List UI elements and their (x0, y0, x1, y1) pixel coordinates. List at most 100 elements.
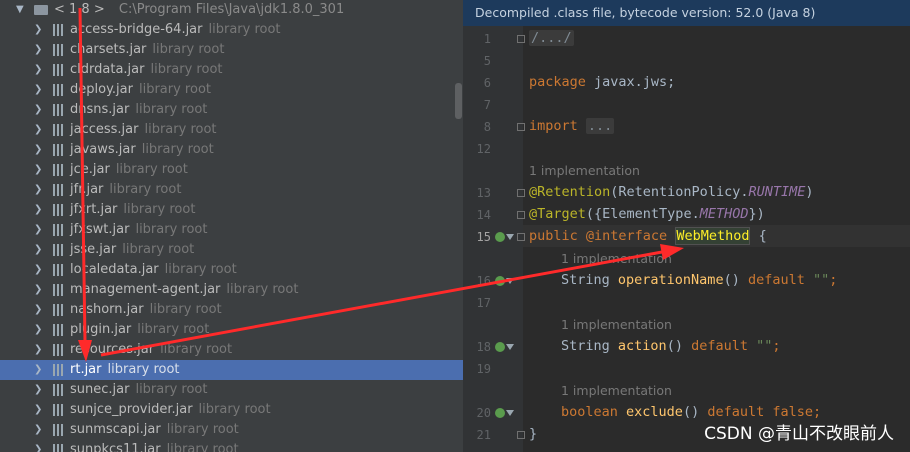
code-line-13[interactable]: @Retention(RetentionPolicy.RUNTIME) (529, 184, 814, 200)
fold-marker-icon[interactable] (517, 233, 525, 241)
tree-item-jar[interactable]: ❯ cldrdata.jar library root (0, 60, 463, 80)
tree-item-jar[interactable]: ❯ nashorn.jar library root (0, 300, 463, 320)
tree-item-jar[interactable]: ❯ sunmscapi.jar library root (0, 420, 463, 440)
jar-name: sunpkcs11.jar (70, 442, 161, 452)
chevron-right-icon[interactable]: ❯ (34, 360, 44, 380)
chevron-right-icon[interactable]: ❯ (34, 420, 44, 440)
chevron-right-icon[interactable]: ❯ (34, 300, 44, 320)
code-line-6[interactable]: package javax.jws; (529, 74, 675, 90)
tree-item-jar[interactable]: ❯ jfr.jar library root (0, 180, 463, 200)
fold-marker-icon[interactable] (517, 35, 525, 43)
chevron-right-icon[interactable]: ❯ (34, 180, 44, 200)
tree-item-jar[interactable]: ❯ jfxswt.jar library root (0, 220, 463, 240)
tree-item-jar[interactable]: ❯ jfxrt.jar library root (0, 200, 463, 220)
library-root-tag: library root (226, 282, 299, 297)
code-line-8[interactable]: import ... (529, 118, 615, 134)
tree-item-jar[interactable]: ❯ jaccess.jar library root (0, 120, 463, 140)
watermark: CSDN @青山不改眼前人 (704, 424, 894, 444)
webmethod-identifier[interactable]: WebMethod (675, 227, 751, 245)
tree-item-jar[interactable]: ❯ deploy.jar library root (0, 80, 463, 100)
library-root-tag: library root (115, 162, 188, 177)
jar-name: sunec.jar (70, 382, 130, 397)
chevron-right-icon[interactable]: ❯ (34, 400, 44, 420)
fold-marker-icon[interactable] (517, 123, 525, 131)
code-line-20[interactable]: boolean exclude() default false; (561, 404, 821, 420)
chevron-right-icon[interactable]: ❯ (34, 340, 44, 360)
line-number: 18 (476, 340, 491, 354)
chevron-right-icon[interactable]: ❯ (34, 40, 44, 60)
chevron-right-icon[interactable]: ❯ (34, 380, 44, 400)
chevron-right-icon[interactable]: ❯ (34, 260, 44, 280)
chevron-right-icon[interactable]: ❯ (34, 20, 44, 40)
tree-item-jar[interactable]: ❯ plugin.jar library root (0, 320, 463, 340)
implemented-icon[interactable] (495, 276, 505, 286)
usage-hint[interactable]: 1 implementation (561, 251, 672, 266)
chevron-right-icon[interactable]: ❯ (34, 100, 44, 120)
code-line-21[interactable]: } (529, 426, 537, 442)
chevron-right-icon[interactable]: ❯ (34, 280, 44, 300)
line-number: 14 (476, 208, 491, 222)
code-line-14[interactable]: @Target({ElementType.METHOD}) (529, 206, 765, 222)
code-line-1[interactable]: /.../ (529, 30, 574, 46)
line-number: 16 (476, 274, 491, 288)
tree-item-jar[interactable]: ❯ sunjce_provider.jar library root (0, 400, 463, 420)
library-root-tag: library root (160, 342, 233, 357)
line-number: 20 (476, 406, 491, 420)
code-line-16[interactable]: String operationName() default ""; (561, 272, 837, 288)
code-line-18[interactable]: String action() default ""; (561, 338, 781, 354)
usage-hint[interactable]: 1 implementation (561, 317, 672, 332)
fold-marker-icon[interactable] (517, 431, 525, 439)
chevron-right-icon[interactable]: ❯ (34, 80, 44, 100)
jar-library-icon (53, 84, 63, 96)
tree-item-jar[interactable]: ❯ dnsns.jar library root (0, 100, 463, 120)
implemented-icon[interactable] (495, 342, 505, 352)
tree-item-jar[interactable]: ❯ charsets.jar library root (0, 40, 463, 60)
usage-hint[interactable]: 1 implementation (529, 163, 640, 178)
tree-item-jar[interactable]: ❯ sunpkcs11.jar library root (0, 440, 463, 452)
tree-item-jar[interactable]: ❯ management-agent.jar library root (0, 280, 463, 300)
jar-name: rt.jar (70, 362, 102, 377)
chevron-right-icon[interactable]: ❯ (34, 240, 44, 260)
line-number: 5 (483, 54, 491, 68)
chevron-right-icon[interactable]: ❯ (34, 320, 44, 340)
implemented-icon[interactable] (495, 232, 505, 242)
folded-imports[interactable]: ... (585, 118, 615, 134)
line-number: 12 (476, 142, 491, 156)
fold-marker-icon[interactable] (517, 189, 525, 197)
chevron-right-icon[interactable]: ❯ (34, 200, 44, 220)
jar-name: nashorn.jar (70, 302, 144, 317)
jar-name: cldrdata.jar (70, 62, 145, 77)
tree-scrollbar[interactable] (455, 83, 462, 119)
tree-item-jar[interactable]: ❯ jce.jar library root (0, 160, 463, 180)
project-tree: ▼ < 1.8 > C:\Program Files\Java\jdk1.8.0… (0, 0, 463, 452)
tree-item-jar[interactable]: ❯ access-bridge-64.jar library root (0, 20, 463, 40)
implemented-icon[interactable] (495, 408, 505, 418)
tree-item-jar[interactable]: ❯ rt.jar library root (0, 360, 463, 380)
line-number: 21 (476, 428, 491, 442)
library-root-tag: library root (137, 322, 210, 337)
fold-marker-icon[interactable] (517, 211, 525, 219)
chevron-right-icon[interactable]: ❯ (34, 220, 44, 240)
jar-library-icon (53, 124, 63, 136)
jar-library-icon (53, 44, 63, 56)
library-root-tag: library root (166, 442, 239, 452)
chevron-right-icon[interactable]: ❯ (34, 60, 44, 80)
tree-item-jar[interactable]: ❯ sunec.jar library root (0, 380, 463, 400)
tree-item-jar[interactable]: ❯ localedata.jar library root (0, 260, 463, 280)
usage-hint[interactable]: 1 implementation (561, 383, 672, 398)
tree-root-jdk[interactable]: ▼ < 1.8 > C:\Program Files\Java\jdk1.8.0… (0, 0, 463, 20)
library-root-tag: library root (135, 102, 208, 117)
chevron-down-icon[interactable]: ▼ (16, 0, 26, 20)
chevron-right-icon[interactable]: ❯ (34, 440, 44, 452)
folded-comment[interactable]: /.../ (529, 30, 574, 46)
tree-item-jar[interactable]: ❯ javaws.jar library root (0, 140, 463, 160)
tree-item-jar[interactable]: ❯ resources.jar library root (0, 340, 463, 360)
chevron-right-icon[interactable]: ❯ (34, 160, 44, 180)
jar-library-icon (53, 164, 63, 176)
tree-item-jar[interactable]: ❯ jsse.jar library root (0, 240, 463, 260)
chevron-right-icon[interactable]: ❯ (34, 140, 44, 160)
code-line-15[interactable]: public @interface WebMethod { (529, 227, 767, 245)
chevron-right-icon[interactable]: ❯ (34, 120, 44, 140)
jar-library-icon (53, 184, 63, 196)
jar-library-icon (53, 284, 63, 296)
